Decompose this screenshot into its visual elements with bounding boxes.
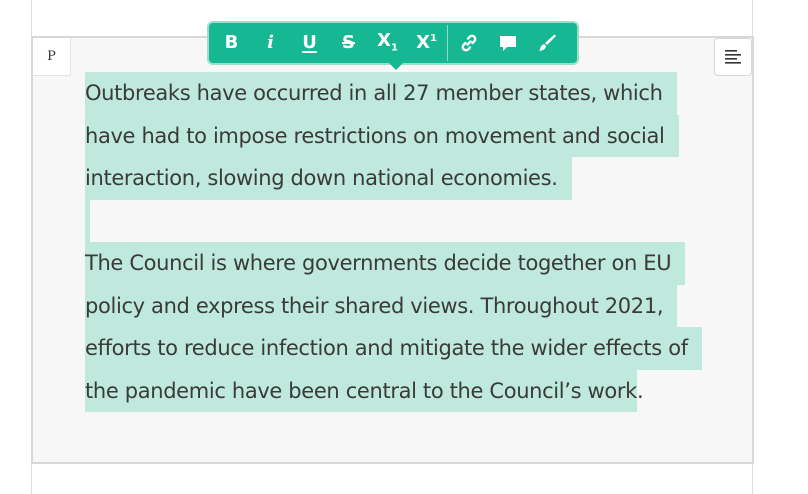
block-type-label: P [47, 49, 56, 64]
text-line: the pandemic have been central to the Co… [85, 369, 725, 412]
bold-icon: B [224, 32, 239, 53]
text-line: The Council is where governments decide … [85, 242, 725, 285]
underline-button[interactable]: U [290, 23, 329, 63]
strikethrough-button[interactable]: S [329, 23, 368, 63]
selected-text: policy and express their shared views. T… [85, 284, 678, 327]
selected-text: The Council is where governments decide … [85, 242, 686, 285]
text-line: efforts to reduce infection and mitigate… [85, 327, 725, 370]
strikethrough-icon: S [342, 32, 355, 53]
selection-gap [85, 199, 90, 242]
selected-text: have had to impose restrictions on movem… [85, 114, 679, 157]
toolbar-divider [447, 25, 448, 61]
selected-text: efforts to reduce infection and mitigate… [85, 327, 702, 370]
link-icon [461, 34, 476, 52]
superscript-icon: X1 [416, 32, 437, 53]
underline-icon: U [302, 32, 317, 53]
text-line: have had to impose restrictions on movem… [85, 114, 725, 157]
unselected-text: . [636, 378, 644, 403]
brush-icon [538, 34, 556, 51]
align-left-icon [725, 50, 741, 64]
inline-format-toolbar: B i U S X1 X1 [207, 21, 579, 70]
text-line: Outbreaks have occurred in all 27 member… [85, 72, 725, 115]
text-line: interaction, slowing down national econo… [85, 157, 725, 200]
comment-button[interactable] [488, 23, 527, 63]
link-button[interactable] [449, 23, 488, 63]
toolbar-pointer [389, 63, 403, 70]
comment-icon [499, 36, 516, 51]
selected-text: Outbreaks have occurred in all 27 member… [85, 72, 677, 115]
align-button[interactable] [714, 38, 752, 76]
block-type-badge[interactable]: P [33, 38, 71, 76]
editor-content[interactable]: Outbreaks have occurred in all 27 member… [85, 72, 725, 412]
italic-button[interactable]: i [251, 23, 290, 63]
selected-text: the pandemic have been central to the Co… [85, 369, 637, 412]
text-line: policy and express their shared views. T… [85, 284, 725, 327]
subscript-icon: X1 [377, 30, 398, 54]
subscript-button[interactable]: X1 [368, 23, 407, 63]
highlight-button[interactable] [527, 23, 566, 63]
empty-line [85, 199, 725, 242]
bold-button[interactable]: B [212, 23, 251, 63]
selected-text: interaction, slowing down national econo… [85, 157, 572, 200]
italic-icon: i [267, 32, 274, 53]
superscript-button[interactable]: X1 [407, 23, 446, 63]
